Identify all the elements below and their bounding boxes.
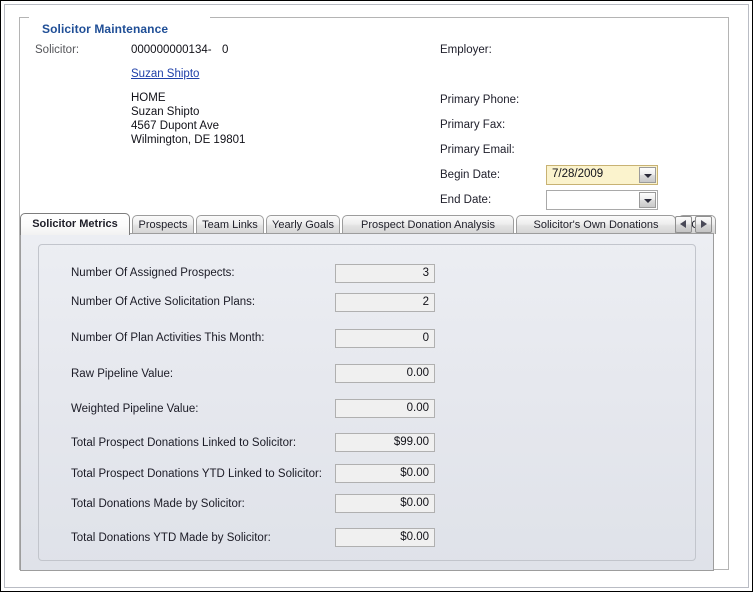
arrow-left-icon — [680, 220, 686, 228]
metric-value-prospect-donations-linked: $99.00 — [335, 433, 435, 452]
tab-prospect-donation-analysis[interactable]: Prospect Donation Analysis — [342, 215, 514, 234]
end-date-combo[interactable] — [546, 190, 658, 210]
tab-strip: Solicitor Metrics Prospects Team Links Y… — [20, 213, 716, 235]
solicitor-id-value: 000000000134- — [131, 44, 212, 56]
metrics-container: Number Of Assigned Prospects: 3 Number O… — [38, 244, 696, 561]
primary-email-label: Primary Email: — [440, 144, 515, 156]
primary-phone-label: Primary Phone: — [440, 94, 520, 106]
metric-label-prospect-donations-linked: Total Prospect Donations Linked to Solic… — [71, 437, 297, 449]
metric-value-donations-made-by-solicitor: $0.00 — [335, 494, 435, 513]
metric-value-raw-pipeline-value: 0.00 — [335, 364, 435, 383]
application-window: Solicitor Maintenance Solicitor: 0000000… — [0, 0, 753, 592]
employer-label: Employer: — [440, 44, 492, 56]
metric-value-weighted-pipeline-value: 0.00 — [335, 399, 435, 418]
tab-scroll-right-button[interactable] — [695, 216, 712, 233]
end-date-label: End Date: — [440, 194, 492, 206]
metric-value-assigned-prospects: 3 — [335, 264, 435, 283]
metric-label-donations-ytd-made-by-solicitor: Total Donations YTD Made by Solicitor: — [71, 532, 271, 544]
metric-label-active-solicitation-plans: Number Of Active Solicitation Plans: — [71, 296, 256, 308]
begin-date-label: Begin Date: — [440, 169, 501, 181]
address-line-3: 4567 Dupont Ave — [131, 120, 220, 132]
address-line-1: HOME — [131, 92, 166, 104]
metric-value-plan-activities-this-month: 0 — [335, 329, 435, 348]
tab-solicitors-own-donations[interactable]: Solicitor's Own Donations — [516, 215, 676, 234]
tab-solicitor-metrics[interactable]: Solicitor Metrics — [20, 213, 130, 235]
primary-fax-label: Primary Fax: — [440, 119, 506, 131]
window-client-area: Solicitor Maintenance Solicitor: 0000000… — [4, 4, 749, 588]
tab-prospects[interactable]: Prospects — [132, 215, 194, 234]
end-date-dropdown-button[interactable] — [639, 192, 656, 208]
metric-label-assigned-prospects: Number Of Assigned Prospects: — [71, 267, 235, 279]
address-line-4: Wilmington, DE 19801 — [131, 134, 246, 146]
tab-yearly-goals[interactable]: Yearly Goals — [266, 215, 340, 234]
metric-value-active-solicitation-plans: 2 — [335, 293, 435, 312]
metric-label-prospect-donations-ytd-linked: Total Prospect Donations YTD Linked to S… — [71, 468, 322, 480]
solicitor-label: Solicitor: — [35, 44, 80, 56]
tab-team-links[interactable]: Team Links — [196, 215, 264, 234]
page-title: Solicitor Maintenance — [38, 22, 173, 36]
solicitor-sequence-value: 0 — [222, 44, 229, 56]
metric-label-weighted-pipeline-value: Weighted Pipeline Value: — [71, 403, 199, 415]
metric-label-plan-activities-this-month: Number Of Plan Activities This Month: — [71, 332, 265, 344]
begin-date-combo[interactable]: 7/28/2009 — [546, 165, 658, 185]
chevron-down-icon — [644, 199, 652, 203]
address-line-2: Suzan Shipto — [131, 106, 200, 118]
metric-label-raw-pipeline-value: Raw Pipeline Value: — [71, 368, 174, 380]
begin-date-value: 7/28/2009 — [552, 168, 604, 180]
metric-value-prospect-donations-ytd-linked: $0.00 — [335, 464, 435, 483]
metric-value-donations-ytd-made-by-solicitor: $0.00 — [335, 528, 435, 547]
solicitor-metrics-panel: Number Of Assigned Prospects: 3 Number O… — [20, 233, 714, 571]
metric-label-donations-made-by-solicitor: Total Donations Made by Solicitor: — [71, 498, 245, 510]
begin-date-dropdown-button[interactable] — [639, 167, 656, 183]
arrow-right-icon — [701, 220, 707, 228]
tab-scroll-left-button[interactable] — [675, 216, 692, 233]
solicitor-name-link[interactable]: Suzan Shipto — [131, 68, 199, 80]
chevron-down-icon — [644, 174, 652, 178]
